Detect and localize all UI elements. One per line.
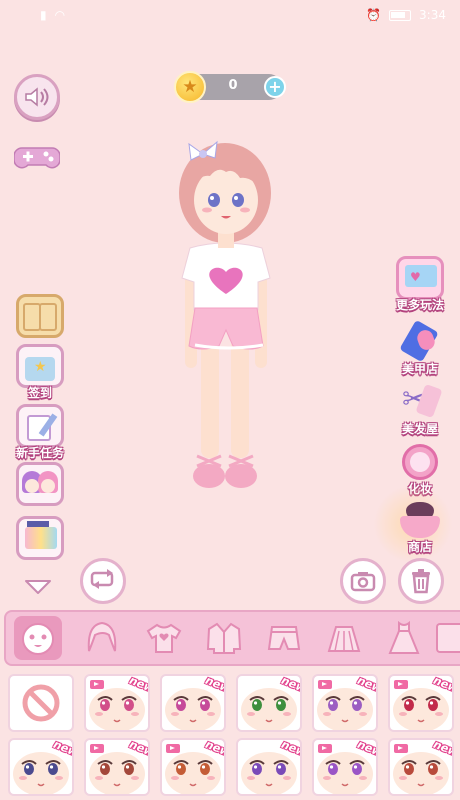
eye-style-item[interactable]: new <box>312 674 378 732</box>
item-grid: new new new new new new new new new new new <box>0 668 460 800</box>
album-button[interactable] <box>12 516 68 560</box>
none-option-button[interactable] <box>8 674 74 732</box>
friends-button[interactable] <box>12 462 68 506</box>
eye-style-item[interactable]: new <box>236 738 302 796</box>
album-icon <box>16 516 64 560</box>
video-ad-icon <box>90 680 104 689</box>
undo-button[interactable] <box>80 558 126 604</box>
skirt-icon <box>327 626 361 652</box>
collapse-button[interactable] <box>24 578 52 596</box>
delete-button[interactable] <box>398 558 444 604</box>
wardrobe-button[interactable] <box>12 294 68 338</box>
tab-more[interactable] <box>436 616 460 660</box>
gamepad-icon <box>13 147 61 169</box>
sim-icon: ▮ <box>40 8 47 22</box>
alarm-icon: ⏰ <box>366 8 382 22</box>
camera-icon <box>350 572 376 592</box>
tab-shorts[interactable] <box>260 616 308 660</box>
dress-shop-icon <box>396 498 444 542</box>
character-avatar[interactable] <box>165 138 290 503</box>
coin-count: 0 <box>228 78 238 93</box>
hair-salon-label: 美发屋 <box>401 422 438 436</box>
eye-style-item[interactable]: new <box>8 738 74 796</box>
task-list-icon <box>16 404 64 448</box>
eye-style-item[interactable]: new <box>160 674 226 732</box>
wifi-icon: ◠ <box>54 8 66 22</box>
swap-icon <box>90 569 114 589</box>
shorts-icon <box>267 626 301 650</box>
more-category-icon <box>436 623 460 653</box>
hair-salon-button[interactable]: ✂ 美发屋 <box>390 380 450 437</box>
scissors-icon: ✂ <box>396 380 444 424</box>
shop-label: 商店 <box>407 540 432 554</box>
friends-icon <box>16 462 64 506</box>
compact-mirror-icon <box>396 440 444 484</box>
eye-style-item[interactable]: new <box>312 738 378 796</box>
checkin-label: 签到 <box>27 386 52 400</box>
shop-button[interactable]: 商店 <box>392 498 448 555</box>
battery-icon <box>389 9 412 21</box>
trash-icon <box>412 569 430 594</box>
eye-style-item[interactable]: new <box>236 674 302 732</box>
category-tab-bar <box>4 610 460 666</box>
jacket-icon <box>206 622 242 654</box>
eye-style-item[interactable]: new <box>388 674 454 732</box>
speaker-icon <box>25 87 49 107</box>
face-icon <box>22 623 54 655</box>
add-coins-button[interactable]: + <box>264 76 286 98</box>
eye-style-item[interactable]: new <box>84 738 150 796</box>
tab-hair[interactable] <box>78 616 126 660</box>
novice-tasks-button[interactable]: 新手任务 <box>8 404 72 461</box>
calendar-icon: ★ <box>16 344 64 388</box>
dress-icon <box>388 620 420 654</box>
eye-style-item[interactable]: new <box>388 738 454 796</box>
hair-icon <box>87 621 117 652</box>
nail-polish-icon <box>396 319 444 364</box>
game-console-icon: ♥ <box>396 256 444 300</box>
video-ad-icon <box>394 744 408 753</box>
tab-tshirt[interactable] <box>140 616 188 660</box>
video-ad-icon <box>166 744 180 753</box>
tab-jacket[interactable] <box>200 616 248 660</box>
wardrobe-icon <box>16 294 64 338</box>
more-games-label: 更多玩法 <box>395 298 444 312</box>
camera-button[interactable] <box>340 558 386 604</box>
clock-time: 3:34 <box>419 8 446 22</box>
eye-style-item[interactable]: new <box>160 738 226 796</box>
video-ad-icon <box>90 744 104 753</box>
more-games-button[interactable]: ♥ 更多玩法 <box>388 256 452 313</box>
chevron-down-icon <box>25 580 51 594</box>
checkin-button[interactable]: ★ 签到 <box>12 344 68 401</box>
tab-dress[interactable] <box>380 616 428 660</box>
tshirt-icon <box>146 623 182 653</box>
eye-style-item[interactable]: new <box>84 674 150 732</box>
coin-icon: ★ <box>174 71 206 103</box>
tab-face[interactable] <box>14 616 62 660</box>
none-icon <box>22 684 60 722</box>
sound-toggle-button[interactable] <box>14 74 60 120</box>
nail-shop-label: 美甲店 <box>401 362 438 376</box>
coin-counter: ★ 0 + <box>174 71 286 103</box>
gamepad-button[interactable] <box>13 140 61 176</box>
status-bar: ▮ ◠ ⏰ 3:34 <box>0 0 460 30</box>
novice-tasks-label: 新手任务 <box>15 446 64 460</box>
tab-skirt[interactable] <box>320 616 368 660</box>
video-ad-icon <box>318 680 332 689</box>
video-ad-icon <box>318 744 332 753</box>
nail-shop-button[interactable]: 美甲店 <box>390 319 450 377</box>
video-ad-icon <box>394 680 408 689</box>
